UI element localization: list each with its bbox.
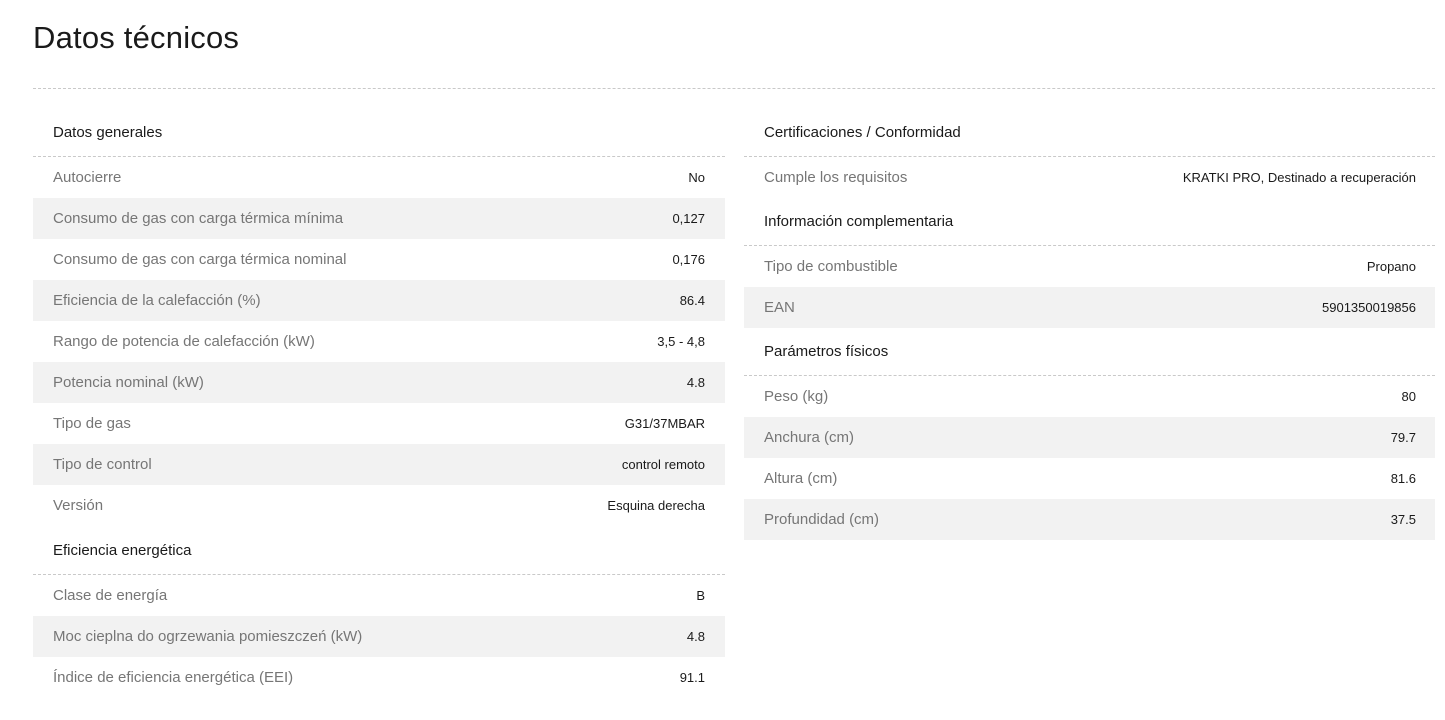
- left-spec-column: Datos generales Autocierre No Consumo de ga…: [33, 108, 725, 698]
- spec-value: B: [696, 588, 705, 603]
- spec-value: Esquina derecha: [607, 498, 705, 513]
- spec-row: Autocierre No: [33, 157, 725, 198]
- spec-label: Potencia nominal (kW): [53, 374, 204, 391]
- spec-row: Consumo de gas con carga térmica nominal…: [33, 239, 725, 280]
- spec-label: Moc cieplna do ogrzewania pomieszczeń (k…: [53, 628, 363, 645]
- spec-label: Tipo de gas: [53, 415, 131, 432]
- spec-value: 4.8: [686, 629, 705, 644]
- spec-row: Profundidad (cm) 37.5: [744, 499, 1435, 540]
- spec-value: 37.5: [1390, 512, 1416, 527]
- spec-row: Moc cieplna do ogrzewania pomieszczeń (k…: [33, 616, 725, 657]
- spec-value: 80: [1401, 389, 1416, 404]
- spec-label: Clase de energía: [53, 587, 168, 604]
- page-title: Datos técnicos: [33, 20, 240, 55]
- spec-row: Anchura (cm) 79.7: [744, 417, 1435, 458]
- spec-row: Tipo de gas G31/37MBAR: [33, 403, 725, 444]
- spec-label: EAN: [764, 299, 795, 316]
- spec-label: Rango de potencia de calefacción (kW): [53, 333, 315, 350]
- spec-value: KRATKI PRO, Destinado a recuperación: [1182, 170, 1416, 185]
- spec-row: Clase de energía B: [33, 575, 725, 616]
- section-heading-parametros-fisicos: Parámetros físicos: [744, 328, 1435, 376]
- spec-row: Potencia nominal (kW) 4.8: [33, 362, 725, 403]
- spec-label: Cumple los requisitos: [764, 169, 908, 186]
- spec-row: Rango de potencia de calefacción (kW) 3,5…: [33, 321, 725, 362]
- section-heading-informacion-complementaria: Información complementaria: [744, 198, 1435, 246]
- spec-value: 79.7: [1390, 430, 1416, 445]
- spec-row: Consumo de gas con carga térmica mínima 0…: [33, 198, 725, 239]
- spec-value: 0,127: [672, 211, 705, 226]
- spec-label: Índice de eficiencia energética (EEI): [53, 669, 294, 686]
- spec-row: Tipo de control control remoto: [33, 444, 725, 485]
- spec-value: 3,5 - 4,8: [657, 334, 705, 349]
- section-heading-datos-generales: Datos generales: [33, 108, 725, 157]
- right-spec-column: Certificaciones / Conformidad Cumple los …: [744, 108, 1435, 540]
- spec-label: Profundidad (cm): [764, 511, 880, 528]
- title-divider: [33, 88, 1435, 89]
- spec-label: Tipo de control: [53, 456, 152, 473]
- spec-label: Peso (kg): [764, 388, 829, 405]
- spec-value: 81.6: [1390, 471, 1416, 486]
- spec-value: No: [688, 170, 705, 185]
- spec-row: Peso (kg) 80: [744, 376, 1435, 417]
- spec-label: Tipo de combustible: [764, 258, 898, 275]
- spec-label: Altura (cm): [764, 470, 838, 487]
- spec-row: Cumple los requisitos KRATKI PRO, Destina…: [744, 157, 1435, 198]
- spec-label: Consumo de gas con carga térmica mínima: [53, 210, 344, 227]
- spec-row: Eficiencia de la calefacción (%) 86.4: [33, 280, 725, 321]
- section-heading-eficiencia-energetica: Eficiencia energética: [33, 526, 725, 575]
- spec-value: 86.4: [679, 293, 705, 308]
- spec-value: 4.8: [686, 375, 705, 390]
- spec-label: Autocierre: [53, 169, 122, 186]
- spec-value: control remoto: [621, 457, 705, 472]
- spec-label: Eficiencia de la calefacción (%): [53, 292, 261, 309]
- spec-label: Versión: [53, 497, 104, 514]
- spec-row: Tipo de combustible Propano: [744, 246, 1435, 287]
- spec-row: Índice de eficiencia energética (EEI) 91.…: [33, 657, 725, 698]
- spec-value: Propano: [1366, 259, 1416, 274]
- section-heading-certificaciones-conformidad: Certificaciones / Conformidad: [744, 108, 1435, 157]
- spec-value: G31/37MBAR: [624, 416, 705, 431]
- spec-row: Altura (cm) 81.6: [744, 458, 1435, 499]
- spec-row: EAN 5901350019856: [744, 287, 1435, 328]
- spec-label: Anchura (cm): [764, 429, 855, 446]
- spec-label: Consumo de gas con carga térmica nominal: [53, 251, 347, 268]
- spec-value: 91.1: [679, 670, 705, 685]
- spec-value: 5901350019856: [1322, 300, 1416, 315]
- spec-value: 0,176: [672, 252, 705, 267]
- spec-row: Versión Esquina derecha: [33, 485, 725, 526]
